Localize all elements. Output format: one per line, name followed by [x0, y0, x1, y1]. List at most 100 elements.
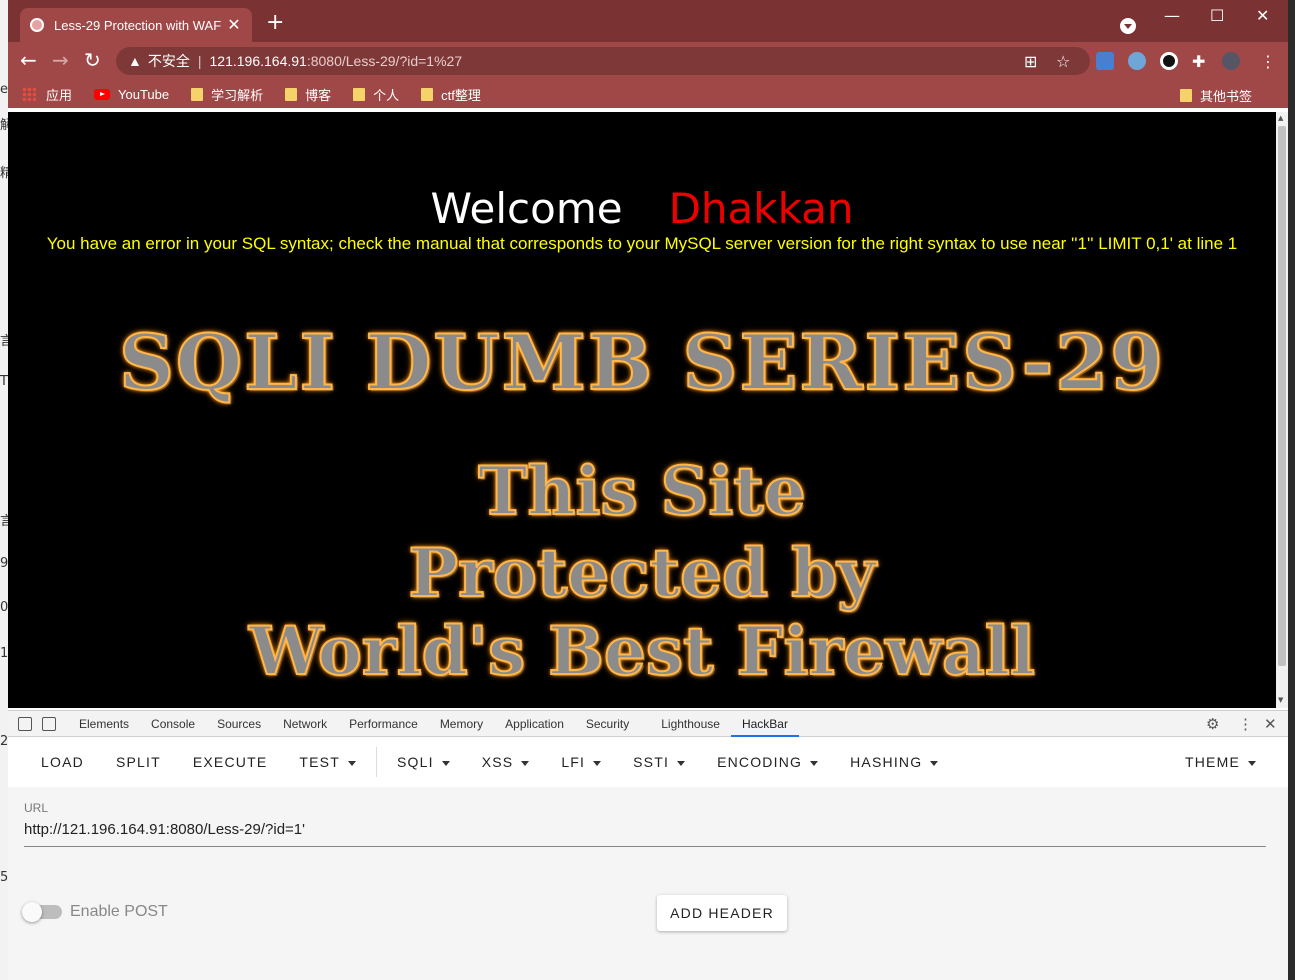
bleed-char: 言 — [0, 334, 8, 349]
bookmark-folder[interactable]: 学习解析 — [191, 85, 263, 104]
browser-tab[interactable]: Less-29 Protection with WAF ✕ — [20, 8, 252, 42]
bleed-char: e — [0, 82, 8, 97]
bleed-char: 2 — [0, 734, 8, 749]
close-devtools-icon[interactable]: ✕ — [1264, 715, 1277, 733]
banner-line: This Site — [477, 451, 807, 531]
bookmark-folder[interactable]: 个人 — [353, 85, 399, 104]
forward-arrow-icon[interactable]: → — [52, 49, 69, 71]
toggle-knob[interactable] — [22, 902, 42, 922]
scroll-up-icon[interactable]: ▲ — [1278, 114, 1283, 122]
bookmark-other[interactable]: 其他书签 — [1179, 86, 1252, 105]
new-tab-button[interactable]: + — [266, 12, 284, 34]
tab-search-icon[interactable] — [1120, 18, 1136, 34]
bookmark-folder[interactable]: 博客 — [285, 85, 331, 104]
tab-sources[interactable]: Sources — [206, 711, 272, 737]
hashing-dropdown[interactable]: HASHING — [834, 754, 954, 770]
reload-icon[interactable]: ↻ — [84, 49, 101, 71]
caret-down-icon — [521, 760, 530, 766]
hackbar-menu: LOAD SPLIT EXECUTE TEST SQLI XSS LFI SST… — [8, 738, 1288, 786]
title-bar: Less-29 Protection with WAF ✕ + — ☐ ✕ — [8, 0, 1288, 42]
caret-down-icon — [593, 760, 602, 766]
minimize-button[interactable]: — — [1164, 6, 1180, 25]
ssti-dropdown[interactable]: SSTI — [617, 754, 701, 770]
bookmark-apps[interactable]: 应用 — [22, 85, 72, 104]
background-window-strip: e 解 精 言 T 言 9 0 1 2 5 — [0, 0, 8, 980]
page-viewport: Welcome Dhakkan You have an error in your… — [8, 112, 1276, 708]
url-path: :8080/Less-29/?id=1%27 — [306, 53, 463, 69]
enable-post-label: Enable POST — [70, 903, 168, 920]
bleed-char: 1 — [0, 646, 8, 661]
enable-post-toggle[interactable] — [22, 902, 62, 922]
bookmark-label: YouTube — [118, 86, 170, 102]
bookmark-label: 其他书签 — [1199, 89, 1252, 104]
globe-icon — [30, 18, 44, 32]
execute-button[interactable]: EXECUTE — [177, 754, 284, 770]
tab-security[interactable]: Security — [575, 711, 640, 737]
tab-memory[interactable]: Memory — [429, 711, 494, 737]
browser-toolbar: ← → ↻ ▲ 不安全 | 121.196.164.91 :8080/Less-… — [8, 42, 1288, 80]
more-menu-icon[interactable]: ⋮ — [1260, 52, 1276, 71]
page-scrollbar[interactable]: ▲ ▼ — [1276, 112, 1288, 708]
warning-icon: ▲ — [128, 53, 142, 69]
devtools-panel: Elements Console Sources Network Perform… — [8, 710, 1288, 980]
sqli-dropdown[interactable]: SQLI — [381, 754, 466, 770]
load-button[interactable]: LOAD — [25, 754, 100, 770]
settings-gear-icon[interactable]: ⚙ — [1206, 715, 1219, 733]
tab-title: Less-29 Protection with WAF — [54, 17, 222, 33]
bookmark-label: ctf整理 — [441, 87, 481, 103]
scroll-down-icon[interactable]: ▼ — [1278, 696, 1283, 704]
tab-lighthouse[interactable]: Lighthouse — [650, 711, 731, 737]
banner-line: Protected by — [407, 533, 876, 613]
avatar[interactable] — [1222, 52, 1240, 70]
address-bar[interactable]: ▲ 不安全 | 121.196.164.91 :8080/Less-29/?id… — [116, 47, 1090, 75]
bleed-char: 解 — [0, 118, 8, 133]
bookmark-youtube[interactable]: YouTube — [94, 87, 169, 102]
ssti-label: SSTI — [633, 754, 670, 770]
owl-extension-icon[interactable] — [1128, 52, 1146, 70]
circle-extension-icon[interactable] — [1160, 52, 1178, 70]
test-dropdown[interactable]: TEST — [283, 754, 372, 770]
test-label: TEST — [299, 754, 340, 770]
close-window-button[interactable]: ✕ — [1256, 6, 1269, 25]
translate-extension-icon[interactable] — [1096, 52, 1114, 70]
puzzle-extensions-icon[interactable]: ✚ — [1192, 52, 1205, 71]
tab-console[interactable]: Console — [140, 711, 206, 737]
more-menu-icon[interactable]: ⋮ — [1238, 715, 1253, 733]
tab-performance[interactable]: Performance — [338, 711, 429, 737]
star-icon[interactable]: ☆ — [1056, 52, 1070, 71]
bleed-char: 9 — [0, 556, 8, 571]
sql-error-message: You have an error in your SQL syntax; ch… — [46, 234, 1238, 253]
translate-icon[interactable]: ⊞ — [1024, 52, 1037, 71]
lfi-dropdown[interactable]: LFI — [545, 754, 617, 770]
bookmark-label: 博客 — [305, 87, 332, 103]
xss-label: XSS — [481, 754, 514, 770]
xss-dropdown[interactable]: XSS — [466, 754, 546, 770]
caret-down-icon — [677, 760, 686, 766]
hashing-label: HASHING — [850, 754, 923, 770]
welcome-heading: Welcome Dhakkan — [8, 184, 1276, 233]
inspect-element-icon[interactable] — [18, 716, 32, 731]
tab-hackbar[interactable]: HackBar — [730, 711, 799, 737]
theme-dropdown[interactable]: THEME — [1169, 754, 1272, 770]
theme-label: THEME — [1185, 754, 1240, 770]
url-input[interactable]: http://121.196.164.91:8080/Less-29/?id=1… — [24, 821, 1266, 847]
folder-icon — [1179, 89, 1192, 102]
devtools-tab-bar: Elements Console Sources Network Perform… — [8, 711, 1288, 737]
maximize-button[interactable]: ☐ — [1210, 6, 1224, 25]
bleed-char: 5 — [0, 870, 8, 885]
device-toolbar-icon[interactable] — [42, 716, 56, 731]
security-label: 不安全 — [147, 53, 190, 69]
tab-network[interactable]: Network — [272, 711, 338, 737]
close-tab-icon[interactable]: ✕ — [226, 15, 242, 35]
tab-application[interactable]: Application — [494, 711, 575, 737]
bookmark-folder[interactable]: ctf整理 — [421, 85, 481, 104]
scrollbar-thumb[interactable] — [1278, 126, 1286, 666]
banner-title: SQLI DUMB SERIES-29 — [118, 317, 1165, 408]
encoding-dropdown[interactable]: ENCODING — [701, 754, 834, 770]
tab-elements[interactable]: Elements — [68, 711, 140, 737]
add-header-button[interactable]: ADD HEADER — [657, 895, 787, 931]
split-button[interactable]: SPLIT — [100, 754, 177, 770]
bleed-char: T — [0, 374, 8, 389]
bookmark-label: 应用 — [46, 87, 73, 103]
back-arrow-icon[interactable]: ← — [20, 49, 37, 71]
